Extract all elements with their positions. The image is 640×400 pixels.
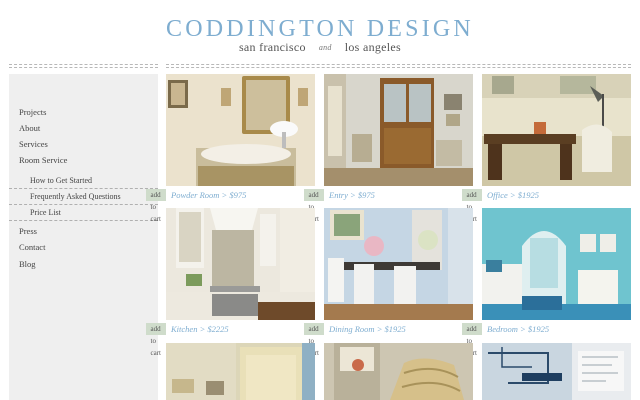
shelf-vignette-photo[interactable]	[324, 343, 473, 400]
kitchen-photo[interactable]	[166, 208, 315, 320]
tile-caption[interactable]: Bedroom > $1925	[487, 324, 549, 334]
sidebar-divider	[9, 220, 158, 221]
sidebar-item-room-service[interactable]: Room Service	[19, 155, 67, 165]
sidebar-item-services[interactable]: Services	[19, 139, 48, 149]
tile-caption[interactable]: Dining Room > $1925	[329, 324, 406, 334]
add-to-cart-button[interactable]: add to cart	[145, 323, 166, 357]
floor-plan-photo[interactable]	[482, 343, 631, 400]
dining-room-photo[interactable]	[324, 208, 473, 320]
add-to-cart-button[interactable]: add to cart	[461, 323, 482, 357]
sidebar-divider	[9, 204, 158, 205]
site-header: CODDINGTON DESIGN san francisco and los an…	[0, 0, 640, 62]
tile-caption[interactable]: Powder Room > $975	[171, 190, 246, 200]
entry-photo[interactable]	[324, 74, 473, 186]
add-to-cart-button[interactable]: add to cart	[303, 323, 324, 357]
tile-caption[interactable]: Kitchen > $2225	[171, 324, 229, 334]
sidebar-nav: Projects About Services Room Service How…	[9, 74, 158, 400]
powder-room-photo[interactable]	[166, 74, 315, 186]
office-photo[interactable]	[482, 74, 631, 186]
sidebar-subitem-price-list[interactable]: Price List	[30, 208, 61, 217]
sidebar-item-contact[interactable]: Contact	[19, 242, 45, 252]
tagline-city-la: los angeles	[344, 40, 402, 54]
tagline-and: and	[318, 43, 332, 52]
sidebar-item-projects[interactable]: Projects	[19, 107, 46, 117]
sidebar-item-about[interactable]: About	[19, 123, 40, 133]
tile-caption[interactable]: Entry > $975	[329, 190, 375, 200]
header-divider-left	[9, 64, 158, 68]
sidebar-divider	[9, 188, 158, 189]
add-to-cart-button[interactable]: add to cart	[303, 189, 324, 223]
header-divider-right	[166, 64, 631, 68]
bedroom-photo[interactable]	[482, 208, 631, 320]
site-tagline: san francisco and los angeles	[0, 40, 640, 55]
living-room-photo[interactable]	[166, 343, 315, 400]
tagline-city-sf: san francisco	[238, 40, 306, 54]
sidebar-subitem-faq[interactable]: Frequently Asked Questions	[30, 192, 121, 201]
sidebar-item-press[interactable]: Press	[19, 226, 37, 236]
sidebar-subitem-get-started[interactable]: How to Get Started	[30, 176, 92, 185]
sidebar-item-blog[interactable]: Blog	[19, 259, 36, 269]
tile-caption[interactable]: Office > $1925	[487, 190, 539, 200]
add-to-cart-button[interactable]: add to cart	[145, 189, 166, 223]
site-logo[interactable]: CODDINGTON DESIGN	[0, 16, 640, 43]
add-to-cart-button[interactable]: add to cart	[461, 189, 482, 223]
